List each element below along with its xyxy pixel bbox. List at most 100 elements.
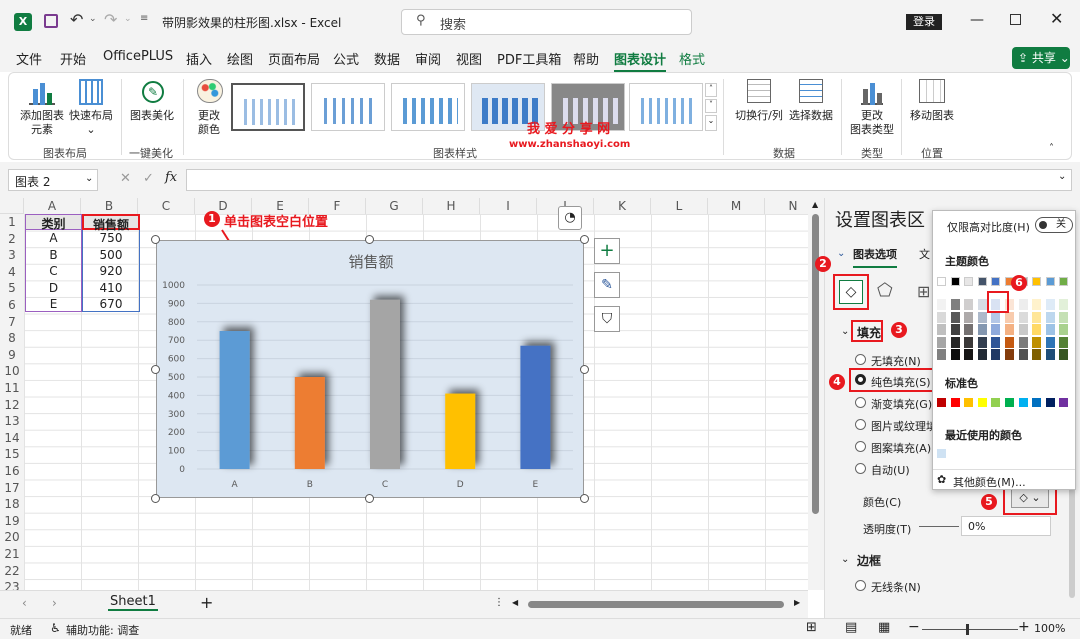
- theme-shade-swatch[interactable]: [1059, 299, 1069, 310]
- zoom-in-icon[interactable]: +: [1018, 619, 1030, 635]
- theme-shade-swatch[interactable]: [937, 324, 946, 335]
- hscroll-left-icon[interactable]: ◀: [512, 598, 518, 607]
- name-box[interactable]: 图表 2 ⌄: [8, 169, 98, 191]
- resize-handle[interactable]: [151, 365, 160, 374]
- column-header-n[interactable]: N: [765, 198, 808, 214]
- theme-shade-swatch[interactable]: [964, 349, 974, 360]
- horizontal-scroll-thumb[interactable]: [528, 601, 784, 608]
- expand-formula-icon[interactable]: ⌄: [1058, 171, 1066, 182]
- scroll-up-icon[interactable]: ▲: [812, 200, 818, 209]
- tab-chart-options[interactable]: 图表选项: [853, 246, 897, 268]
- redo-dropdown-icon[interactable]: ⌄: [124, 14, 132, 24]
- theme-shade-swatch[interactable]: [1005, 311, 1014, 323]
- standard-color-swatch[interactable]: [937, 398, 946, 407]
- collapse-ribbon-icon[interactable]: ˄: [1049, 143, 1054, 154]
- theme-shade-swatch[interactable]: [977, 349, 987, 360]
- standard-color-swatch[interactable]: [1045, 398, 1055, 407]
- theme-shade-swatch[interactable]: [950, 299, 960, 310]
- theme-shade-swatch[interactable]: [1018, 349, 1028, 360]
- undo-dropdown-icon[interactable]: ⌄: [89, 14, 97, 24]
- column-header-i[interactable]: I: [480, 198, 537, 214]
- tab-review[interactable]: 审阅: [415, 49, 441, 68]
- theme-shade-swatch[interactable]: [1032, 299, 1042, 310]
- accessibility-status[interactable]: 辅助功能: 调查: [66, 622, 139, 638]
- prev-sheet-icon[interactable]: ‹: [22, 596, 27, 610]
- theme-color-swatch[interactable]: [950, 277, 960, 286]
- resize-handle[interactable]: [365, 494, 374, 503]
- standard-color-swatch[interactable]: [991, 398, 1001, 407]
- column-header-a[interactable]: A: [24, 198, 81, 214]
- tab-data[interactable]: 数据: [374, 49, 400, 68]
- no-line-radio[interactable]: [855, 580, 866, 591]
- no-fill-radio[interactable]: [855, 354, 866, 365]
- minimize-icon[interactable]: —: [970, 12, 984, 28]
- transparency-input[interactable]: 0%: [961, 516, 1051, 536]
- row-header-8[interactable]: 8: [0, 330, 24, 347]
- tab-insert[interactable]: 插入: [186, 49, 212, 68]
- tab-format[interactable]: 格式: [679, 49, 705, 68]
- move-chart-button[interactable]: 移动图表: [907, 77, 957, 129]
- fill-section-header[interactable]: 填充: [857, 324, 881, 341]
- chart-style-6[interactable]: [629, 83, 703, 131]
- save-icon[interactable]: [44, 14, 58, 28]
- standard-color-swatch[interactable]: [977, 398, 987, 407]
- change-colors-button[interactable]: 更改 颜色: [189, 77, 229, 139]
- theme-color-swatch[interactable]: [977, 277, 987, 286]
- spreadsheet-grid[interactable]: ABCDEFGHIJKLMN 1234567891011121314151617…: [0, 198, 808, 590]
- standard-color-swatch[interactable]: [950, 398, 960, 407]
- styles-scroll-down[interactable]: ˅: [705, 99, 717, 113]
- theme-shade-swatch[interactable]: [1059, 311, 1069, 323]
- theme-shade-swatch[interactable]: [1018, 324, 1028, 335]
- row-header-13[interactable]: 13: [0, 413, 24, 430]
- resize-handle[interactable]: [365, 235, 374, 244]
- add-sheet-button[interactable]: +: [200, 593, 213, 612]
- color-picker-button[interactable]: ◇ ⌄: [1011, 488, 1049, 508]
- row-header-23[interactable]: 23: [0, 579, 24, 590]
- resize-handle[interactable]: [580, 235, 589, 244]
- resize-handle[interactable]: [580, 494, 589, 503]
- theme-color-swatch[interactable]: [1045, 277, 1055, 286]
- row-header-11[interactable]: 11: [0, 380, 24, 397]
- enter-icon[interactable]: ✓: [143, 171, 154, 186]
- header-category[interactable]: 类别: [25, 214, 82, 231]
- add-chart-element-button[interactable]: 添加图表 元素: [19, 77, 65, 137]
- search-box[interactable]: ⚲ 搜索: [401, 9, 692, 35]
- maximize-icon[interactable]: [1010, 14, 1021, 25]
- theme-shade-swatch[interactable]: [1018, 299, 1028, 310]
- corner-select-all[interactable]: [0, 198, 24, 214]
- zoom-level[interactable]: 100%: [1034, 622, 1065, 635]
- effects-icon[interactable]: ⬠: [877, 280, 893, 301]
- column-header-h[interactable]: H: [423, 198, 480, 214]
- quick-layout-button[interactable]: 快速布局 ⌄: [67, 77, 115, 137]
- high-contrast-toggle[interactable]: 关: [1035, 217, 1073, 233]
- tab-home[interactable]: 开始: [60, 49, 86, 68]
- theme-color-swatch[interactable]: [964, 277, 974, 286]
- tab-file[interactable]: 文件: [16, 49, 42, 68]
- row-header-20[interactable]: 20: [0, 529, 24, 546]
- recent-color-swatch[interactable]: [937, 449, 946, 458]
- theme-shade-swatch[interactable]: [1032, 336, 1042, 348]
- theme-shade-swatch[interactable]: [991, 349, 1001, 360]
- theme-shade-swatch[interactable]: [1018, 336, 1028, 348]
- normal-view-icon[interactable]: ⊞: [806, 620, 817, 635]
- theme-shade-swatch[interactable]: [1032, 349, 1042, 360]
- more-colors-row[interactable]: ✿ 其他颜色(M)...: [933, 469, 1075, 489]
- next-sheet-icon[interactable]: ›: [52, 596, 57, 610]
- row-header-17[interactable]: 17: [0, 479, 24, 497]
- chart-filters-button[interactable]: ⛉: [594, 306, 620, 332]
- row-header-14[interactable]: 14: [0, 429, 24, 447]
- resize-handle[interactable]: [151, 235, 160, 244]
- transparency-slider[interactable]: [919, 526, 959, 527]
- sheet-tab-sheet1[interactable]: Sheet1: [108, 594, 158, 611]
- row-header-16[interactable]: 16: [0, 463, 24, 480]
- row-header-12[interactable]: 12: [0, 396, 24, 414]
- column-header-m[interactable]: M: [708, 198, 765, 214]
- page-layout-view-icon[interactable]: ▤: [845, 620, 857, 635]
- theme-shade-swatch[interactable]: [937, 299, 946, 310]
- theme-shade-swatch[interactable]: [977, 336, 987, 348]
- column-header-l[interactable]: L: [651, 198, 708, 214]
- column-header-b[interactable]: B: [81, 198, 138, 214]
- tab-text-options[interactable]: 文: [919, 246, 930, 262]
- chart-styles-button[interactable]: ✎: [594, 272, 620, 298]
- theme-shade-swatch[interactable]: [1005, 336, 1014, 348]
